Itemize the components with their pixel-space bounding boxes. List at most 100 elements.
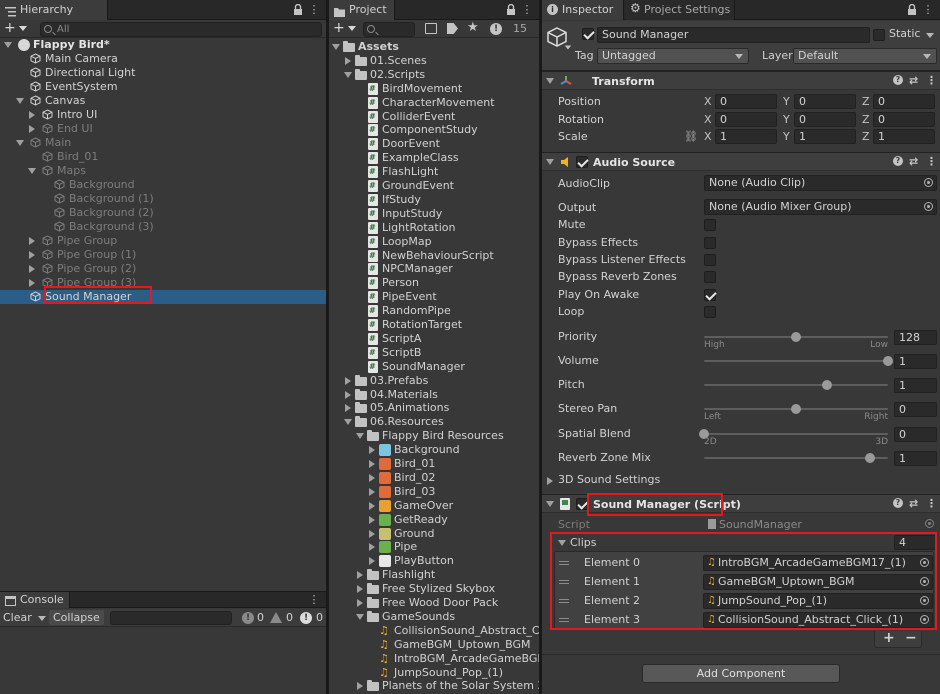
star-icon[interactable]: ★ [467, 21, 479, 35]
project-asset[interactable]: Ground [329, 527, 539, 541]
component-kebab-icon[interactable]: ⋮ [926, 74, 937, 87]
hierarchy-item[interactable]: Background [0, 178, 326, 192]
audio-source-header[interactable]: Audio Source ? ⇄ ⋮ [542, 152, 940, 171]
expand-arrow-icon[interactable] [356, 433, 364, 440]
project-asset[interactable]: Pipe [329, 540, 539, 554]
expand-arrow-icon[interactable] [356, 613, 364, 620]
spatial-blend-slider-track[interactable] [704, 433, 888, 435]
constrain-proportions-icon[interactable]: ⛓ [684, 128, 698, 145]
priority-value-field[interactable]: 128 [894, 330, 937, 345]
project-asset[interactable]: CharacterMovement [329, 96, 539, 110]
collapse-arrow-icon[interactable] [29, 279, 35, 287]
project-asset[interactable]: RandomPipe [329, 304, 539, 318]
project-asset[interactable]: LoopMap [329, 235, 539, 249]
transform-foldout-icon[interactable] [546, 78, 554, 84]
project-asset[interactable]: SoundManager [329, 360, 539, 374]
pitch-value-field[interactable]: 1 [894, 378, 937, 393]
icon-dropdown-icon[interactable] [564, 45, 572, 50]
object-picker-icon[interactable] [925, 519, 934, 528]
expand-arrow-icon[interactable] [28, 168, 36, 174]
project-asset[interactable]: ♫ JumpSound_Pop_(1) [329, 666, 539, 680]
object-picker-icon[interactable] [924, 202, 933, 211]
3d-settings-foldout-icon[interactable] [547, 477, 553, 485]
scene-row[interactable]: Flappy Bird* [0, 38, 326, 52]
collapse-arrow-icon[interactable] [369, 446, 375, 455]
collapse-arrow-icon[interactable] [357, 571, 363, 580]
transform-position-x-field[interactable]: 0 [715, 94, 777, 109]
bypass_effects-checkbox[interactable] [704, 237, 716, 249]
project-asset[interactable]: ExampleClass [329, 151, 539, 165]
project-folder[interactable]: Flashlight [329, 568, 539, 582]
project-folder[interactable]: 02.Scripts [329, 68, 539, 82]
lock-icon[interactable] [292, 3, 304, 16]
expand-arrow-icon[interactable] [344, 419, 352, 426]
hierarchy-item[interactable]: Background (1) [0, 192, 326, 206]
audioclip-field[interactable]: None (Audio Clip) [704, 175, 937, 191]
static-dropdown-icon[interactable] [926, 33, 934, 38]
collapse-arrow-icon[interactable] [345, 404, 351, 413]
console-clear-button[interactable]: Clear [3, 611, 32, 624]
project-settings-tab[interactable]: ⚙ Project Settings [625, 0, 735, 20]
active-checkbox[interactable] [582, 28, 594, 40]
hierarchy-item[interactable]: Main Camera [0, 52, 326, 66]
project-asset[interactable]: ScriptA [329, 332, 539, 346]
audio-source-enabled-checkbox[interactable] [576, 156, 588, 168]
mute-checkbox[interactable] [704, 219, 716, 231]
reverb-zone-mix-slider-knob[interactable] [864, 453, 875, 463]
warning-icon[interactable] [270, 612, 282, 623]
output-field[interactable]: None (Audio Mixer Group) [704, 199, 937, 215]
console-kebab-icon[interactable]: ⋮ [308, 594, 320, 606]
hierarchy-item[interactable]: End UI [0, 122, 326, 136]
remove-element-button[interactable]: − [905, 631, 917, 646]
collapse-arrow-icon[interactable] [357, 585, 363, 594]
component-kebab-icon[interactable]: ⋮ [926, 155, 937, 168]
console-search-input[interactable] [110, 611, 232, 625]
project-asset[interactable]: ComponentStudy [329, 123, 539, 137]
project-asset[interactable]: Person [329, 276, 539, 290]
collapse-arrow-icon[interactable] [29, 237, 35, 245]
hierarchy-item[interactable]: Canvas [0, 94, 326, 108]
hierarchy-item[interactable]: Background (3) [0, 220, 326, 234]
project-asset[interactable]: GameOver [329, 499, 539, 513]
project-asset[interactable]: Bird_03 [329, 485, 539, 499]
expand-arrow-icon[interactable] [16, 98, 24, 104]
project-folder[interactable]: Free Wood Door Pack [329, 596, 539, 610]
transform-rotation-z-field[interactable]: 0 [873, 111, 935, 127]
search-by-label-icon[interactable] [447, 23, 458, 34]
audio-foldout-icon[interactable] [546, 159, 554, 165]
stereo-pan-value-field[interactable]: 0 [894, 402, 937, 417]
project-asset[interactable]: ♫ GameBGM_Uptown_BGM [329, 638, 539, 652]
project-folder[interactable]: 05.Animations [329, 401, 539, 415]
component-kebab-icon[interactable]: ⋮ [926, 497, 937, 510]
hierarchy-tab[interactable]: Hierarchy [0, 0, 108, 20]
project-asset[interactable]: Background [329, 443, 539, 457]
info-log-icon[interactable]: ! [242, 612, 254, 624]
collapse-arrow-icon[interactable] [29, 125, 35, 133]
pitch-slider-track[interactable] [704, 384, 888, 386]
collapse-arrow-icon[interactable] [369, 473, 375, 482]
project-asset[interactable]: IfStudy [329, 193, 539, 207]
preset-icon[interactable]: ⇄ [909, 155, 918, 168]
project-create-button[interactable]: + [333, 21, 359, 36]
hierarchy-item[interactable]: Pipe Group (1) [0, 248, 326, 262]
expand-arrow-icon[interactable] [344, 71, 352, 78]
collapse-arrow-icon[interactable] [29, 265, 35, 273]
project-kebab-icon[interactable]: ⋮ [521, 4, 533, 16]
transform-scale-z-field[interactable]: 1 [873, 129, 935, 144]
script-foldout-icon[interactable] [546, 501, 554, 507]
project-asset[interactable]: Bird_02 [329, 471, 539, 485]
hierarchy-item[interactable]: Bird_01 [0, 150, 326, 164]
search-by-type-icon[interactable] [425, 23, 437, 34]
project-tab[interactable]: Project [329, 0, 395, 20]
add-component-button[interactable]: Add Component [642, 664, 840, 683]
collapse-arrow-icon[interactable] [345, 56, 351, 65]
project-asset[interactable]: PipeEvent [329, 290, 539, 304]
project-lock-icon[interactable] [505, 3, 517, 16]
expand-arrow-icon[interactable] [16, 140, 24, 146]
collapse-arrow-icon[interactable] [369, 529, 375, 538]
project-search-input[interactable] [363, 22, 415, 37]
project-folder[interactable]: Planets of the Solar System 3D [329, 679, 539, 693]
project-folder[interactable]: Free Stylized Skybox [329, 582, 539, 596]
volume-slider-knob[interactable] [883, 356, 893, 366]
collapse-arrow-icon[interactable] [369, 460, 375, 468]
